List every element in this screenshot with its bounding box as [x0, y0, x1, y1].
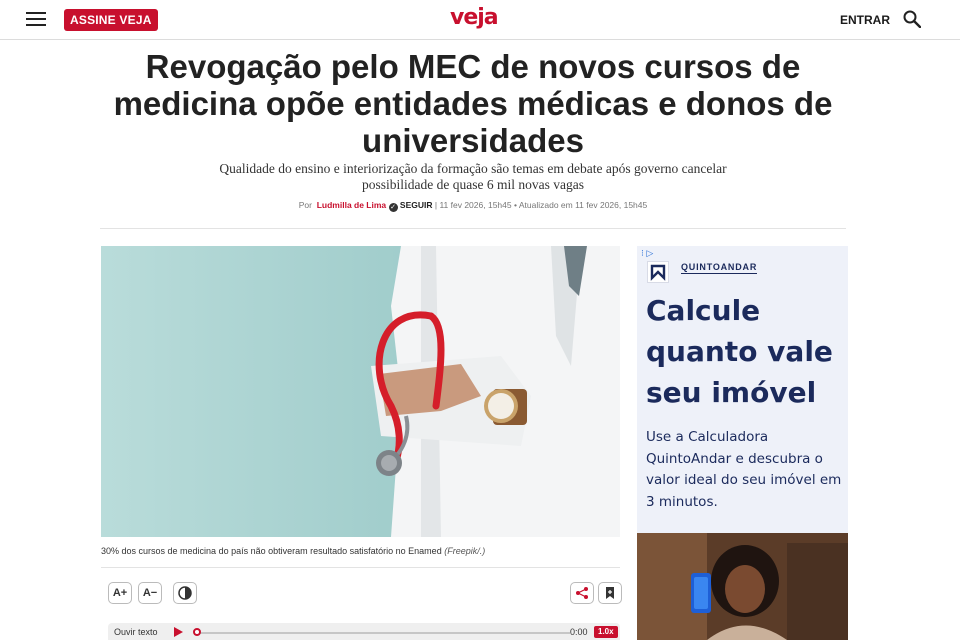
contrast-icon: [178, 586, 192, 600]
font-decrease-button[interactable]: A−: [138, 582, 162, 604]
font-increase-button[interactable]: A+: [108, 582, 132, 604]
audio-player: Ouvir texto 0:00 1.0x: [108, 623, 620, 640]
bookmark-button[interactable]: [598, 582, 622, 604]
follow-button[interactable]: SEGUIR: [400, 200, 433, 210]
audio-time: 0:00: [570, 627, 588, 637]
byline: Por Ludmilla de Lima ✓ SEGUIR | 11 fev 2…: [100, 200, 846, 212]
site-logo[interactable]: veja: [450, 5, 499, 30]
site-header: ASSINE VEJA veja ENTRAR: [0, 0, 960, 40]
author-link[interactable]: Ludmilla de Lima: [317, 200, 386, 210]
updated-date: • Atualizado em 11 fev 2026, 15h45: [513, 200, 648, 210]
woman-with-phone-illustration: [637, 533, 848, 640]
menu-icon[interactable]: [26, 12, 46, 28]
bookmark-icon: [606, 587, 614, 599]
subscribe-button[interactable]: ASSINE VEJA: [64, 9, 158, 31]
byline-prefix: Por: [298, 200, 312, 210]
login-button[interactable]: ENTRAR: [840, 13, 890, 27]
quintoandar-logo-icon: [647, 261, 669, 283]
caption-text: 30% dos cursos de medicina do país não o…: [101, 546, 442, 556]
share-icon: [576, 587, 588, 599]
search-icon[interactable]: [903, 10, 921, 28]
speed-button[interactable]: 1.0x: [594, 626, 618, 638]
advertisement[interactable]: ⁝ ▷ QUINTOANDAR Calcule quanto vale seu …: [637, 246, 848, 640]
ad-brand: QUINTOANDAR: [681, 262, 758, 274]
ad-body: Use a Calculadora QuintoAndar e descubra…: [646, 429, 842, 510]
published-date: | 11 fev 2026, 15h45: [434, 200, 512, 210]
article-headline: Revogação pelo MEC de novos cursos de me…: [113, 48, 833, 159]
audio-progress-track[interactable]: [196, 632, 570, 634]
play-icon[interactable]: [174, 627, 183, 637]
image-credit: (Freepik/.): [444, 546, 486, 556]
doctor-illustration: [101, 246, 620, 537]
verified-check-icon: ✓: [388, 203, 398, 212]
divider: [101, 567, 620, 568]
article-subheadline: Qualidade do ensino e interiorização da …: [219, 161, 727, 192]
adchoices-icon[interactable]: ⁝ ▷: [641, 248, 653, 259]
ad-title: Calcule quanto vale seu imóvel: [646, 294, 833, 409]
listen-label: Ouvir texto: [114, 627, 158, 637]
divider: [100, 228, 846, 229]
contrast-button[interactable]: [173, 582, 197, 604]
share-button[interactable]: [570, 582, 594, 604]
article-image: [101, 246, 620, 537]
audio-progress-knob[interactable]: [193, 628, 201, 636]
image-caption: 30% dos cursos de medicina do país não o…: [101, 546, 620, 556]
ad-image: [637, 533, 848, 640]
